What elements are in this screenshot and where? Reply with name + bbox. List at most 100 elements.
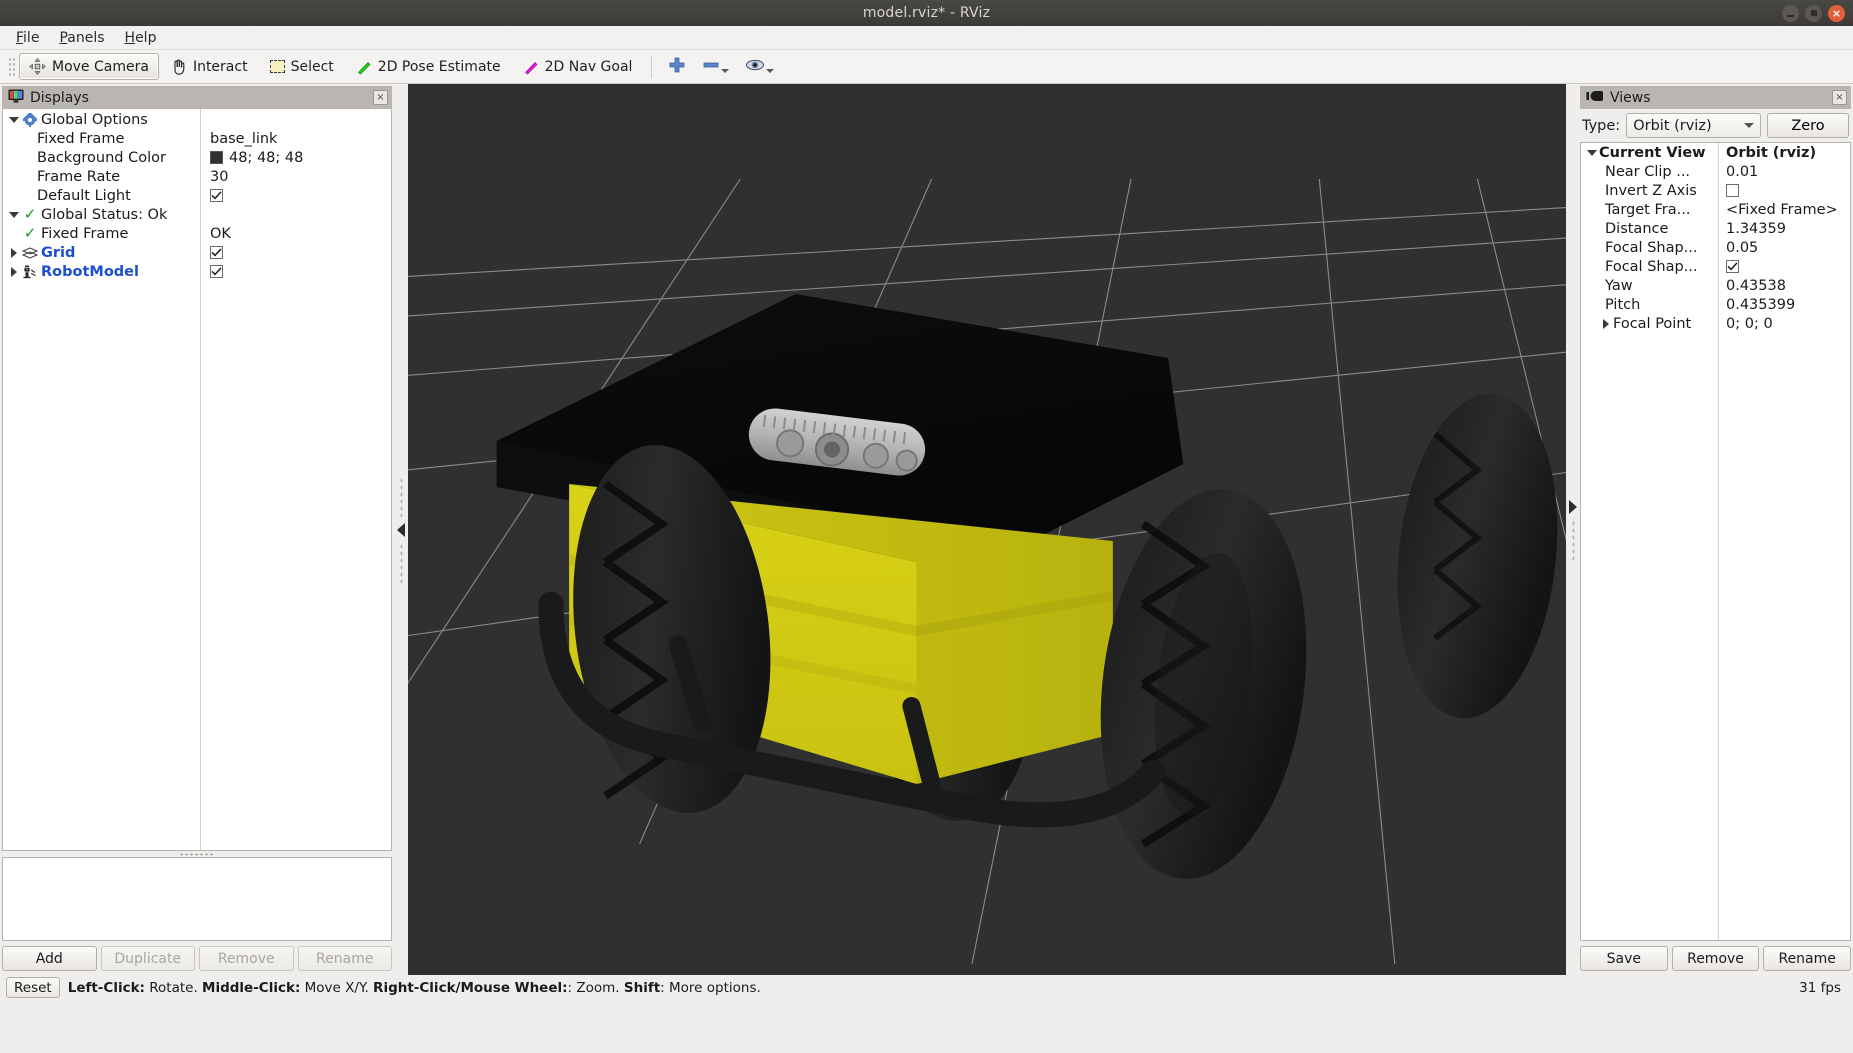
chevron-down-icon[interactable]: [766, 69, 774, 73]
menubar: File Panels Help: [0, 26, 1853, 50]
displays-column-divider[interactable]: [200, 109, 201, 850]
displays-tree-rows: Global Options Fixed Frame base_link Bac…: [3, 109, 391, 281]
grid-enabled-checkbox[interactable]: [210, 246, 223, 259]
default-light-checkbox[interactable]: [210, 189, 223, 202]
chevron-down-icon: [1744, 123, 1754, 128]
view-label: Current View: [1599, 145, 1706, 161]
twisty-down-icon[interactable]: [7, 117, 21, 123]
close-icon[interactable]: ×: [373, 90, 388, 105]
color-swatch[interactable]: [210, 151, 223, 164]
zero-button[interactable]: Zero: [1767, 113, 1849, 138]
displays-description-box: [2, 857, 392, 941]
tool-move-camera[interactable]: Move Camera: [19, 53, 159, 80]
tool-2d-nav-goal[interactable]: 2D Nav Goal: [513, 53, 643, 80]
maximize-button[interactable]: [1805, 5, 1822, 22]
displays-tree[interactable]: Global Options Fixed Frame base_link Bac…: [2, 109, 392, 851]
reset-button[interactable]: Reset: [6, 977, 60, 998]
views-column-divider[interactable]: [1718, 143, 1719, 940]
view-value[interactable]: 0; 0; 0: [1726, 316, 1773, 332]
hint-part: Rotate.: [145, 980, 202, 996]
close-icon[interactable]: ×: [1832, 90, 1847, 105]
view-label: Pitch: [1605, 297, 1640, 313]
remove-tool-button[interactable]: [694, 58, 737, 76]
tree-label: Grid: [41, 245, 75, 261]
tree-label: Frame Rate: [37, 169, 120, 185]
rename-display-button: Rename: [298, 946, 393, 971]
minus-icon: [702, 58, 720, 76]
menu-panels-rest: anels: [67, 30, 104, 46]
remove-view-button[interactable]: Remove: [1672, 946, 1760, 971]
menu-file[interactable]: File: [6, 28, 49, 48]
close-glyph: ×: [1832, 8, 1841, 19]
view-label: Distance: [1605, 221, 1668, 237]
splitter-grip: [400, 543, 403, 583]
tree-row-status-fixed-frame[interactable]: ✓ Fixed Frame OK: [3, 224, 391, 243]
view-value[interactable]: <Fixed Frame>: [1726, 202, 1838, 218]
view-row-distance[interactable]: Distance 1.34359: [1581, 219, 1850, 238]
save-view-button[interactable]: Save: [1580, 946, 1668, 971]
views-close-glyph: ×: [1835, 93, 1843, 103]
tree-row-background-color[interactable]: Background Color 48; 48; 48: [3, 148, 391, 167]
tree-row-default-light[interactable]: Default Light: [3, 186, 391, 205]
robotmodel-enabled-checkbox[interactable]: [210, 265, 223, 278]
tree-value[interactable]: 30: [210, 169, 228, 185]
twisty-right-icon[interactable]: [7, 248, 21, 258]
add-tool-button[interactable]: [660, 56, 694, 78]
toolbar-grip[interactable]: [7, 56, 15, 78]
tree-row-global-status[interactable]: ✓ Global Status: Ok: [3, 205, 391, 224]
menu-panels[interactable]: Panels: [49, 28, 114, 48]
focal-shape-fixed-size-checkbox[interactable]: [1726, 260, 1739, 273]
view-row-focal-point[interactable]: Focal Point 0; 0; 0: [1581, 314, 1850, 333]
chevron-down-icon[interactable]: [721, 69, 729, 73]
view-label: Focal Point: [1613, 316, 1691, 332]
tool-2d-nav-goal-label: 2D Nav Goal: [545, 59, 633, 75]
tree-label: Global Status: Ok: [41, 207, 167, 223]
view-row-focal-shape-size[interactable]: Focal Shap... 0.05: [1581, 238, 1850, 257]
rename-view-button[interactable]: Rename: [1763, 946, 1851, 971]
view-value[interactable]: 0.01: [1726, 164, 1758, 180]
view-row-yaw[interactable]: Yaw 0.43538: [1581, 276, 1850, 295]
views-property-tree[interactable]: Current View Orbit (rviz) Near Clip ... …: [1580, 142, 1851, 941]
twisty-down-icon[interactable]: [7, 212, 21, 218]
twisty-down-icon[interactable]: [1585, 150, 1599, 156]
right-panel-splitter[interactable]: [1566, 84, 1580, 975]
camera-icon: [1586, 90, 1604, 106]
displays-panel: Displays ×: [0, 84, 394, 975]
view-type-select[interactable]: Orbit (rviz): [1626, 113, 1761, 138]
view-row-near-clip[interactable]: Near Clip ... 0.01: [1581, 162, 1850, 181]
hint-part: : Zoom.: [568, 980, 624, 996]
tree-row-fixed-frame[interactable]: Fixed Frame base_link: [3, 129, 391, 148]
tree-value[interactable]: 48; 48; 48: [229, 150, 303, 166]
tree-row-grid[interactable]: Grid: [3, 243, 391, 262]
hint-part: Middle-Click:: [202, 980, 300, 996]
minimize-button[interactable]: [1782, 5, 1799, 22]
tool-2d-pose-estimate[interactable]: 2D Pose Estimate: [346, 53, 511, 80]
tree-row-robotmodel[interactable]: RobotModel: [3, 262, 391, 281]
view-value[interactable]: 0.435399: [1726, 297, 1795, 313]
visibility-tool-button[interactable]: [737, 58, 782, 76]
view-row-invert-z-axis[interactable]: Invert Z Axis: [1581, 181, 1850, 200]
view-row-current-view[interactable]: Current View Orbit (rviz): [1581, 143, 1850, 162]
tree-row-global-options[interactable]: Global Options: [3, 110, 391, 129]
tool-select[interactable]: Select: [260, 53, 344, 80]
close-icon[interactable]: ×: [1828, 5, 1845, 22]
render-viewport-3d[interactable]: [408, 84, 1566, 975]
collapse-right-arrow-icon[interactable]: [1569, 500, 1577, 514]
view-row-target-frame[interactable]: Target Fra... <Fixed Frame>: [1581, 200, 1850, 219]
menu-help[interactable]: Help: [115, 28, 167, 48]
view-row-pitch[interactable]: Pitch 0.435399: [1581, 295, 1850, 314]
fps-counter: 31 fps: [1799, 980, 1847, 996]
twisty-right-icon[interactable]: [1599, 319, 1613, 329]
tool-interact[interactable]: Interact: [161, 53, 258, 80]
add-display-button[interactable]: Add: [2, 946, 97, 971]
view-value[interactable]: 0.43538: [1726, 278, 1786, 294]
twisty-right-icon[interactable]: [7, 267, 21, 277]
tree-value[interactable]: base_link: [210, 131, 277, 147]
invert-z-axis-checkbox[interactable]: [1726, 184, 1739, 197]
view-row-focal-shape-fixed-size[interactable]: Focal Shap...: [1581, 257, 1850, 276]
tree-row-frame-rate[interactable]: Frame Rate 30: [3, 167, 391, 186]
view-value[interactable]: 1.34359: [1726, 221, 1786, 237]
collapse-left-arrow-icon[interactable]: [397, 523, 405, 537]
view-value[interactable]: 0.05: [1726, 240, 1758, 256]
left-panel-splitter[interactable]: [394, 84, 408, 975]
